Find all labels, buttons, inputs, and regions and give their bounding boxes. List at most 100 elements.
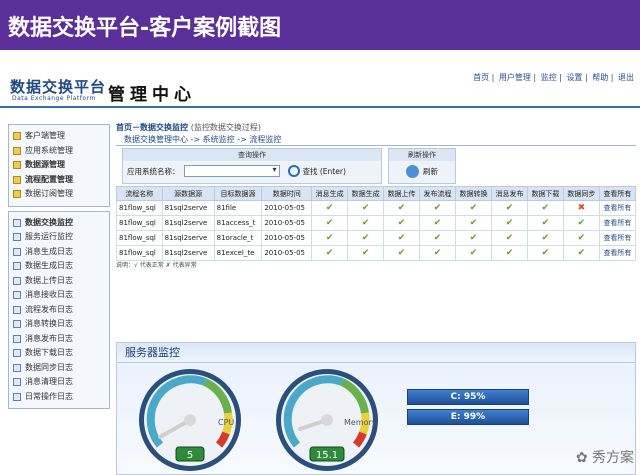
sidebar-item[interactable]: 客户端管理 <box>13 129 105 144</box>
table-row[interactable]: 81flow_sql 81sql2serve 81excel_te 2010-05-0… <box>116 245 637 261</box>
status-cell: ✔ <box>490 215 528 231</box>
view-all-link[interactable]: 查看所有 <box>598 230 637 246</box>
check-icon: ✔ <box>505 233 514 243</box>
sidebar-item-label: 消息接收日志 <box>25 290 73 299</box>
nav-users-link[interactable]: 用户管理 <box>499 73 531 82</box>
sidebar-item[interactable]: 流程发布日志 <box>13 303 105 318</box>
status-cell: ✔ <box>347 230 385 246</box>
sidebar-item[interactable]: 数据订阅管理 <box>13 187 105 202</box>
toolbar: 查询操作 应用系统名称： 查找 (Enter) 刷新操作 刷新 <box>116 148 636 186</box>
sidebar-item-label: 数据订阅管理 <box>25 189 73 198</box>
slide-title: 数据交换平台-客户案例截图 <box>0 0 640 50</box>
cell-name: 81flow_sql <box>116 230 163 246</box>
cell-dst: 81access_t <box>213 215 263 231</box>
status-cell: ✔ <box>490 230 528 246</box>
log-icon <box>13 262 21 271</box>
log-icon <box>13 320 21 329</box>
view-all-link[interactable]: 查看所有 <box>598 200 637 216</box>
sidebar-item[interactable]: 应用系统管理 <box>13 144 105 159</box>
sidebar-item-label: 流程配置管理 <box>25 174 73 184</box>
check-icon: ✔ <box>361 203 370 213</box>
log-icon <box>13 276 21 285</box>
breadcrumb-page: 首页－数据交换监控 (监控数据交换过程) <box>116 122 636 134</box>
nav-help-link[interactable]: 帮助 <box>592 73 608 82</box>
status-cell: ✔ <box>490 245 528 261</box>
sidebar-item[interactable]: 数据生成日志 <box>13 259 105 274</box>
sidebar-item[interactable]: 日常操作日志 <box>13 390 105 405</box>
sidebar-item[interactable]: 数据下载日志 <box>13 346 105 361</box>
sidebar-item-label: 数据上传日志 <box>25 275 73 285</box>
check-icon: ✔ <box>469 203 478 213</box>
refresh-button[interactable]: 刷新 <box>423 166 438 177</box>
cell-src: 81sql2serve <box>161 200 215 216</box>
cell-time: 2010-05-05 <box>261 200 313 216</box>
sidebar-item[interactable]: 流程配置管理 <box>13 173 105 188</box>
log-icon <box>13 363 21 372</box>
view-all-link[interactable]: 查看所有 <box>598 245 637 261</box>
app-system-label: 应用系统名称： <box>127 166 180 176</box>
table-header-row: 流程名称 源数据源 目标数据源 数据时间 消息生成 数据生成 数据上传 发布流程 数据转换 消息发… <box>116 186 637 201</box>
table-body: 81flow_sql 81sql2serve 81file 2010-05-05 ✔ ✔ ✔… <box>116 200 637 261</box>
app-window: 数据交换平台 Data Exchange Platform 管理中心 首页 | … <box>0 58 640 475</box>
check-icon: ✔ <box>505 248 514 258</box>
check-icon: ✔ <box>469 233 478 243</box>
app-system-select[interactable] <box>183 165 280 177</box>
disk-c-bar: C: 95% <box>407 389 529 405</box>
check-icon: ✔ <box>325 218 334 228</box>
check-icon: ✔ <box>397 248 406 258</box>
folder-icon <box>13 146 21 155</box>
cpu-gauge-label: CPU <box>218 418 234 427</box>
nav-settings-link[interactable]: 设置 <box>566 73 582 82</box>
sidebar-item[interactable]: 服务运行监控 <box>13 230 105 245</box>
search-button[interactable]: 查找 (Enter) <box>303 166 346 177</box>
sidebar-item-label: 数据交换监控 <box>25 217 73 227</box>
check-icon: ✔ <box>361 218 370 228</box>
nav-monitor-link[interactable]: 监控 <box>541 73 557 82</box>
sidebar-item[interactable]: 消息接收日志 <box>13 288 105 303</box>
search-icon[interactable] <box>287 165 300 177</box>
status-cell: ✔ <box>526 245 564 261</box>
status-cell: ✔ <box>562 230 600 246</box>
table-row[interactable]: 81flow_sql 81sql2serve 81oracle_t 2010-05-0… <box>116 230 637 246</box>
sidebar-item-label: 客户端管理 <box>25 131 65 140</box>
app-header: 数据交换平台 Data Exchange Platform 管理中心 首页 | … <box>0 58 640 108</box>
top-nav: 首页 | 用户管理 | 监控 | 设置 | 帮助 | 退出 <box>473 73 634 82</box>
check-icon: ✔ <box>397 233 406 243</box>
check-icon: ✔ <box>325 233 334 243</box>
status-cell: ✔ <box>526 230 564 246</box>
breadcrumb: 数据交换管理中心 -> 系统监控 -> 流程监控 <box>116 134 636 146</box>
refresh-icon[interactable] <box>406 165 419 178</box>
wechat-icon: ✿ <box>575 450 588 466</box>
column-header: 数据生成 <box>347 186 385 201</box>
nav-logout-link[interactable]: 退出 <box>618 73 634 82</box>
view-all-link[interactable]: 查看所有 <box>598 215 637 231</box>
sidebar-item[interactable]: 数据上传日志 <box>13 274 105 289</box>
check-icon: ✔ <box>361 248 370 258</box>
status-cell: ✔ <box>562 245 600 261</box>
sidebar-item-label: 数据下载日志 <box>25 348 73 357</box>
check-icon: ✔ <box>541 248 550 258</box>
cell-src: 81sql2serve <box>161 230 215 246</box>
sidebar-item[interactable]: 消息发布日志 <box>13 332 105 347</box>
sidebar-item[interactable]: 数据源管理 <box>13 158 105 173</box>
sidebar-item[interactable]: 消息转换日志 <box>13 317 105 332</box>
cell-dst: 81oracle_t <box>213 230 263 246</box>
flow-monitor-table: 流程名称 源数据源 目标数据源 数据时间 消息生成 数据生成 数据上传 发布流程 数据转换 消息发… <box>116 186 637 261</box>
watermark-text: 秀方案 <box>592 450 634 466</box>
sidebar-item[interactable]: 消息生成日志 <box>13 245 105 260</box>
status-cell: ✔ <box>383 215 421 231</box>
status-cell: ✔ <box>383 230 421 246</box>
sidebar-item[interactable]: 数据同步日志 <box>13 361 105 376</box>
status-cell: ✔ <box>311 215 349 231</box>
sidebar-item[interactable]: 数据交换监控 <box>13 216 105 231</box>
nav-home-link[interactable]: 首页 <box>473 73 489 82</box>
check-icon: ✔ <box>325 248 334 258</box>
memory-gauge-label: Memory <box>344 418 377 427</box>
table-row[interactable]: 81flow_sql 81sql2serve 81file 2010-05-05 ✔ ✔ ✔… <box>116 200 637 216</box>
log-icon <box>13 305 21 314</box>
table-row[interactable]: 81flow_sql 81sql2serve 81access_t 2010-05-0… <box>116 215 637 231</box>
status-cell: ✔ <box>383 200 421 216</box>
status-cell: ✔ <box>455 245 492 261</box>
column-header: 消息发布 <box>490 186 528 201</box>
sidebar-item[interactable]: 消息清理日志 <box>13 375 105 390</box>
